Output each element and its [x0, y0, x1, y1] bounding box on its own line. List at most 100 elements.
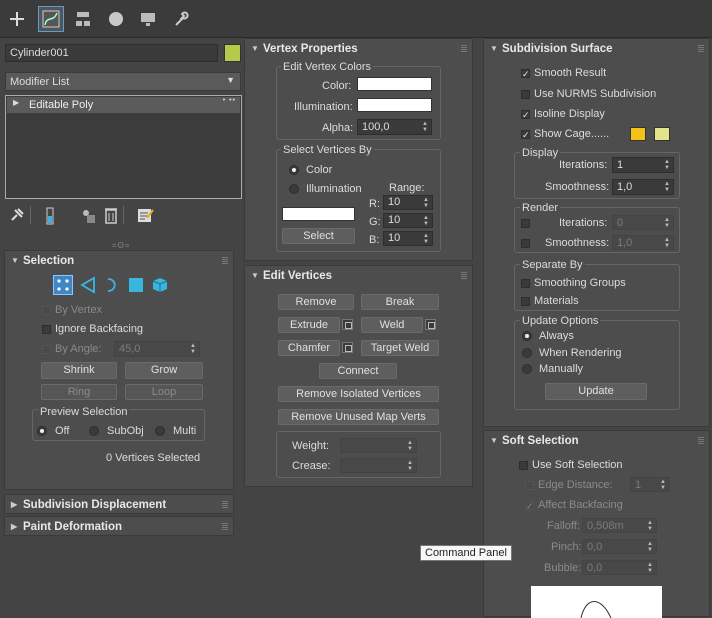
isoline-display-checkbox[interactable]: ✓: [521, 110, 530, 120]
materials-checkbox[interactable]: [521, 297, 530, 306]
render-smoothness-checkbox[interactable]: [521, 239, 530, 248]
range-r-spinner[interactable]: 10 ▲ ▼: [383, 195, 433, 210]
spinner-arrows-icon[interactable]: ▲ ▼: [190, 343, 196, 355]
illumination-color-swatch[interactable]: [357, 98, 432, 112]
object-name-field[interactable]: Cylinder001: [5, 44, 218, 62]
remove-button[interactable]: Remove: [278, 294, 354, 310]
ring-button[interactable]: Ring: [41, 384, 117, 400]
resize-grip[interactable]: =ʘ=: [112, 241, 131, 250]
expand-triangle-icon[interactable]: ▶: [13, 98, 19, 107]
use-soft-selection-checkbox[interactable]: [519, 461, 528, 470]
hierarchy-tab[interactable]: [70, 6, 96, 32]
update-button[interactable]: Update: [545, 383, 647, 400]
smooth-result-checkbox[interactable]: ✓: [521, 69, 530, 79]
render-iterations-spinner[interactable]: 0 ▲ ▼: [612, 215, 674, 230]
utilities-tab[interactable]: [168, 6, 194, 32]
ignore-backfacing-checkbox[interactable]: [42, 325, 51, 334]
make-unique-icon[interactable]: [79, 207, 97, 228]
display-iterations-spinner[interactable]: 1 ▲ ▼: [612, 157, 674, 173]
soft-selection-header[interactable]: ▼ Soft Selection: [484, 431, 709, 451]
modify-tab[interactable]: [38, 6, 64, 32]
grip-icon[interactable]: [461, 272, 467, 279]
subdivision-surface-header[interactable]: ▼ Subdivision Surface: [484, 39, 709, 59]
spinner-arrows-icon[interactable]: ▲ ▼: [423, 233, 429, 245]
extrude-button[interactable]: Extrude: [278, 317, 340, 333]
spinner-arrows-icon[interactable]: ▲ ▼: [647, 541, 653, 553]
update-manually-radio[interactable]: [522, 364, 532, 374]
smoothing-groups-checkbox[interactable]: [521, 279, 530, 288]
edge-distance-checkbox[interactable]: [525, 481, 534, 490]
border-mode-button[interactable]: [103, 276, 121, 297]
weld-settings-icon[interactable]: [425, 319, 436, 330]
edit-vertices-header[interactable]: ▼ Edit Vertices: [245, 266, 472, 286]
display-smoothness-spinner[interactable]: 1,0 ▲ ▼: [612, 179, 674, 195]
object-color-swatch[interactable]: [224, 44, 241, 62]
connect-button[interactable]: Connect: [319, 363, 397, 379]
grip-icon[interactable]: [698, 437, 704, 444]
polygon-mode-square-icon[interactable]: [129, 278, 143, 292]
grip-icon[interactable]: [222, 501, 228, 508]
preview-multi-radio[interactable]: [155, 426, 165, 436]
bubble-spinner[interactable]: 0,0 ▲ ▼: [582, 560, 657, 575]
crease-spinner[interactable]: ▲ ▼: [340, 458, 417, 473]
update-when-rendering-radio[interactable]: [522, 348, 532, 358]
edge-mode-button[interactable]: [79, 276, 97, 297]
chamfer-button[interactable]: Chamfer: [278, 340, 340, 356]
spinner-arrows-icon[interactable]: ▲ ▼: [664, 237, 670, 249]
select-color-swatch[interactable]: [282, 207, 355, 221]
weld-button[interactable]: Weld: [361, 317, 423, 333]
select-button[interactable]: Select: [282, 228, 355, 244]
remove-isolated-vertices-button[interactable]: Remove Isolated Vertices: [278, 386, 439, 402]
pinch-spinner[interactable]: 0,0 ▲ ▼: [582, 539, 657, 554]
grip-icon[interactable]: [461, 45, 467, 52]
by-angle-checkbox[interactable]: [42, 345, 51, 354]
stack-item-editable-poly[interactable]: ▶ Editable Poly • ••: [7, 97, 240, 113]
weight-spinner[interactable]: ▲ ▼: [340, 438, 417, 453]
render-smoothness-spinner[interactable]: 1,0 ▲ ▼: [612, 235, 674, 250]
spinner-arrows-icon[interactable]: ▲ ▼: [647, 520, 653, 532]
grow-button[interactable]: Grow: [125, 362, 203, 379]
select-by-illumination-radio[interactable]: [289, 184, 299, 194]
remove-modifier-icon[interactable]: [103, 206, 119, 227]
vertex-properties-header[interactable]: ▼ Vertex Properties: [245, 39, 472, 59]
spinner-arrows-icon[interactable]: ▲ ▼: [660, 479, 666, 491]
pin-stack-icon[interactable]: [9, 207, 25, 226]
create-tab[interactable]: [4, 6, 30, 32]
select-by-color-radio[interactable]: [289, 165, 299, 175]
spinner-arrows-icon[interactable]: ▲ ▼: [407, 460, 413, 472]
spinner-arrows-icon[interactable]: ▲ ▼: [664, 159, 670, 171]
subdivision-displacement-rollout[interactable]: ▶ Subdivision Displacement: [4, 494, 234, 514]
cage-color-swatch-2[interactable]: [654, 127, 670, 141]
extrude-settings-icon[interactable]: [342, 319, 353, 330]
target-weld-button[interactable]: Target Weld: [361, 340, 439, 356]
render-iterations-checkbox[interactable]: [521, 219, 530, 228]
preview-subobj-radio[interactable]: [89, 426, 99, 436]
spinner-arrows-icon[interactable]: ▲ ▼: [407, 440, 413, 452]
falloff-spinner[interactable]: 0,508m ▲ ▼: [582, 518, 657, 533]
selection-header[interactable]: ▼ Selection: [5, 251, 233, 271]
range-g-spinner[interactable]: 10 ▲ ▼: [383, 213, 433, 228]
element-mode-button[interactable]: [151, 276, 169, 297]
spinner-arrows-icon[interactable]: ▲ ▼: [664, 217, 670, 229]
vertex-mode-button[interactable]: [53, 275, 73, 295]
grip-icon[interactable]: [222, 257, 228, 264]
spinner-arrows-icon[interactable]: ▲ ▼: [423, 197, 429, 209]
use-nurms-checkbox[interactable]: [521, 90, 530, 99]
spinner-arrows-icon[interactable]: ▲ ▼: [422, 121, 428, 133]
motion-tab[interactable]: [103, 6, 129, 32]
preview-off-radio[interactable]: [37, 426, 47, 436]
update-always-radio[interactable]: [522, 331, 532, 341]
show-cage-checkbox[interactable]: ✓: [521, 130, 530, 140]
show-end-result-icon[interactable]: [44, 207, 56, 228]
cage-color-swatch-1[interactable]: [630, 127, 646, 141]
loop-button[interactable]: Loop: [125, 384, 203, 400]
break-button[interactable]: Break: [361, 294, 439, 310]
grip-icon[interactable]: [698, 45, 704, 52]
shrink-button[interactable]: Shrink: [41, 362, 117, 379]
chamfer-settings-icon[interactable]: [342, 342, 353, 353]
vertex-color-swatch[interactable]: [357, 77, 432, 91]
spinner-arrows-icon[interactable]: ▲ ▼: [664, 181, 670, 193]
alpha-spinner[interactable]: 100,0 ▲ ▼: [357, 119, 432, 135]
grip-icon[interactable]: [222, 523, 228, 530]
remove-unused-map-verts-button[interactable]: Remove Unused Map Verts: [278, 409, 439, 425]
